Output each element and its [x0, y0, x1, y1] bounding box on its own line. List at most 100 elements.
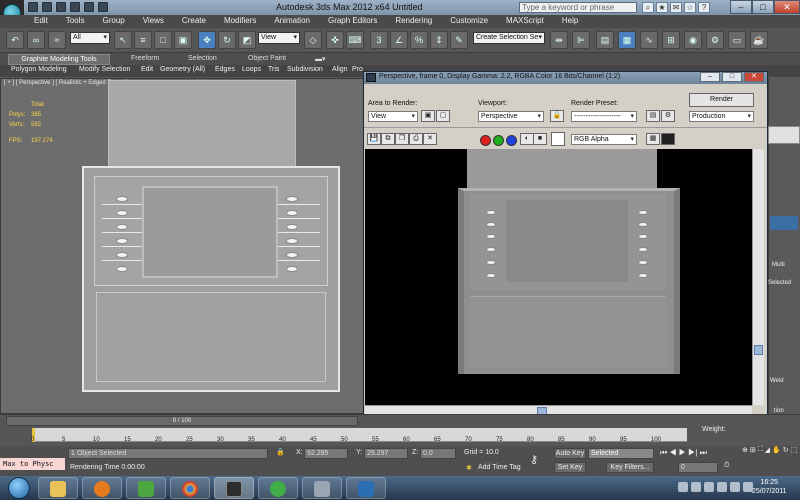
- time-slider[interactable]: 0 / 100: [6, 416, 358, 426]
- taskbar-window[interactable]: [302, 477, 342, 499]
- undo-icon[interactable]: [70, 2, 80, 12]
- menu-help[interactable]: Help: [562, 16, 578, 25]
- blue-channel-icon[interactable]: [506, 135, 517, 146]
- edit-named-selection-icon[interactable]: ✎: [450, 31, 468, 49]
- tab-object-paint[interactable]: Object Paint: [248, 55, 286, 62]
- favorites-icon[interactable]: ☆: [684, 2, 696, 13]
- key-mode-dropdown[interactable]: Selected: [588, 448, 654, 459]
- zoom-all-icon[interactable]: ⊞: [750, 446, 756, 472]
- pan-icon[interactable]: ✋: [772, 446, 781, 472]
- modifier-list-box[interactable]: [768, 126, 800, 144]
- z-coordinate-field[interactable]: 0.0: [420, 448, 456, 459]
- taskbar-chrome[interactable]: [170, 477, 210, 499]
- menu-views[interactable]: Views: [143, 16, 164, 25]
- save-file-icon[interactable]: [56, 2, 66, 12]
- communication-icon[interactable]: ✉: [670, 2, 682, 13]
- color-swatch[interactable]: [551, 132, 565, 146]
- auto-key-button[interactable]: Auto Key: [554, 448, 586, 459]
- panel-edges[interactable]: Edges: [215, 66, 235, 73]
- lock-selection-icon[interactable]: 🔒: [276, 448, 285, 456]
- set-key-button[interactable]: Set Key: [554, 462, 586, 473]
- bind-space-warp-icon[interactable]: ≈: [48, 31, 66, 49]
- render-setup-icon[interactable]: ⚙: [706, 31, 724, 49]
- tray-icon[interactable]: [704, 482, 714, 492]
- close-button[interactable]: ✕: [774, 0, 800, 14]
- render-button[interactable]: Render: [689, 93, 754, 107]
- render-production-icon[interactable]: ☕: [750, 31, 768, 49]
- tray-icon[interactable]: [691, 482, 701, 492]
- volume-icon[interactable]: [730, 482, 740, 492]
- copy-image-icon[interactable]: ⧉: [381, 133, 395, 145]
- menu-modifiers[interactable]: Modifiers: [224, 16, 256, 25]
- taskbar-3dsmax[interactable]: [214, 477, 254, 499]
- clear-image-icon[interactable]: ✕: [423, 133, 437, 145]
- render-preset-dropdown[interactable]: --------------------: [571, 111, 637, 122]
- taskbar-monitor[interactable]: [346, 477, 386, 499]
- layer-manager-icon[interactable]: ▤: [596, 31, 614, 49]
- taskbar-explorer[interactable]: [38, 477, 78, 499]
- menu-create[interactable]: Create: [182, 16, 206, 25]
- toggle-ui-overlay-icon[interactable]: ▦: [646, 133, 660, 145]
- maxscript-listener[interactable]: Max to Physc: [0, 458, 65, 470]
- subscription-icon[interactable]: ★: [656, 2, 668, 13]
- open-file-icon[interactable]: [42, 2, 52, 12]
- menu-maxscript[interactable]: MAXScript: [506, 16, 544, 25]
- panel-pro[interactable]: Pro: [352, 66, 363, 73]
- named-selection-dropdown[interactable]: Create Selection Se: [473, 32, 545, 44]
- menu-tools[interactable]: Tools: [66, 16, 85, 25]
- select-and-manipulate-icon[interactable]: ✜: [326, 31, 344, 49]
- panel-geometry-all[interactable]: Geometry (All): [160, 66, 205, 73]
- key-icon[interactable]: ⚷: [530, 453, 538, 466]
- red-channel-icon[interactable]: [480, 135, 491, 146]
- alpha-channel-icon[interactable]: ◐: [520, 133, 534, 145]
- menu-rendering[interactable]: Rendering: [395, 16, 432, 25]
- playback-controls[interactable]: ⏮ ◀ ▶ ▶| ⏭: [660, 448, 707, 458]
- panel-subdivision[interactable]: Subdivision: [287, 66, 323, 73]
- time-config-icon[interactable]: ⏱: [724, 462, 729, 470]
- edit-region-icon[interactable]: ▣: [421, 110, 435, 122]
- rectangular-selection-icon[interactable]: □: [154, 31, 172, 49]
- undo-icon[interactable]: ↶: [6, 31, 24, 49]
- viewport-dropdown[interactable]: Perspective: [478, 111, 544, 122]
- auto-region-icon[interactable]: ▢: [436, 110, 450, 122]
- menu-edit[interactable]: Edit: [34, 16, 48, 25]
- angle-snap-icon[interactable]: ∠: [390, 31, 408, 49]
- help-icon[interactable]: ?: [698, 2, 710, 13]
- zoom-extents-icon[interactable]: ⛶: [758, 446, 763, 472]
- menu-animation[interactable]: Animation: [274, 16, 310, 25]
- monochrome-icon[interactable]: ■: [533, 133, 547, 145]
- toggle-ui-icon[interactable]: [661, 133, 675, 145]
- current-frame-field[interactable]: 0: [678, 462, 718, 473]
- panel-align[interactable]: Align: [332, 66, 348, 73]
- orbit-icon[interactable]: ↻: [783, 446, 789, 472]
- render-window-close-button[interactable]: ✕: [744, 72, 764, 82]
- panel-edit[interactable]: Edit: [141, 66, 153, 73]
- keyboard-shortcut-icon[interactable]: ⌨: [346, 31, 364, 49]
- search-icon[interactable]: ⌕: [642, 2, 654, 13]
- menu-group[interactable]: Group: [102, 16, 124, 25]
- maximize-viewport-icon[interactable]: ⬚: [791, 446, 798, 472]
- area-to-render-dropdown[interactable]: View: [368, 111, 418, 122]
- render-type-dropdown[interactable]: Production: [689, 111, 754, 122]
- render-vertical-scrollbar[interactable]: [752, 149, 764, 405]
- clone-window-icon[interactable]: ❐: [395, 133, 409, 145]
- selection-filter-dropdown[interactable]: All: [70, 32, 110, 44]
- taskbar-paint[interactable]: [126, 477, 166, 499]
- menu-graph-editors[interactable]: Graph Editors: [328, 16, 377, 25]
- menu-customize[interactable]: Customize: [450, 16, 488, 25]
- panel-loops[interactable]: Loops: [242, 66, 261, 73]
- maximize-button[interactable]: □: [752, 0, 774, 14]
- pivot-center-icon[interactable]: ◇: [304, 31, 322, 49]
- panel-polygon-modeling[interactable]: Polygon Modeling: [11, 66, 67, 73]
- reference-coordinate-dropdown[interactable]: View: [258, 32, 300, 44]
- link-icon[interactable]: ∞: [27, 31, 45, 49]
- render-setup-icon[interactable]: ▤: [646, 110, 660, 122]
- tray-icon[interactable]: [717, 482, 727, 492]
- redo-icon[interactable]: [84, 2, 94, 12]
- panel-modify-selection[interactable]: Modify Selection: [79, 66, 130, 73]
- taskbar-green-app[interactable]: [258, 477, 298, 499]
- select-by-name-icon[interactable]: ≡: [134, 31, 152, 49]
- time-tag-icon[interactable]: ✱: [466, 464, 472, 472]
- select-and-rotate-icon[interactable]: ↻: [218, 31, 236, 49]
- key-filters-button[interactable]: Key Filters...: [606, 462, 654, 473]
